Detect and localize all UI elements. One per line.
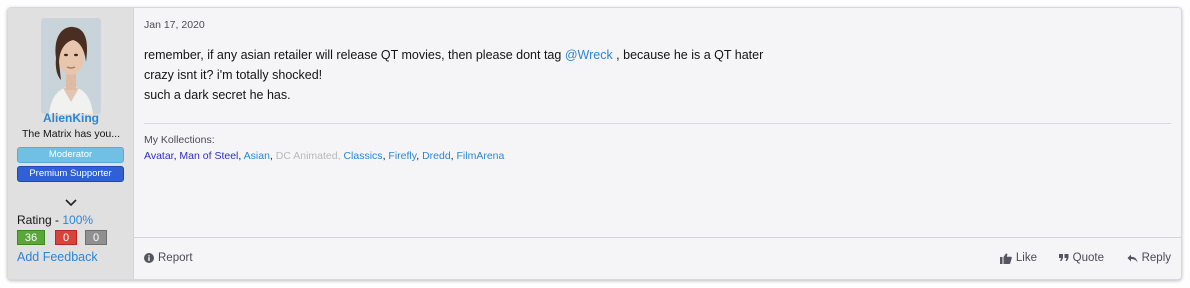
signature-link-firefly[interactable]: Firefly (388, 150, 416, 162)
post-main: Jan 17, 2020 remember, if any asian reta… (134, 8, 1181, 279)
footer-divider (134, 237, 1181, 238)
feedback-neutral-count[interactable]: 0 (85, 230, 107, 245)
thumbs-up-icon (999, 252, 1012, 264)
chevron-down-icon[interactable] (64, 195, 78, 207)
like-button[interactable]: Like (999, 252, 1037, 264)
reply-button[interactable]: Reply (1127, 252, 1171, 264)
signature-link-dc-animated[interactable]: DC Animated (276, 150, 338, 162)
user-mention-link[interactable]: @Wreck (565, 48, 613, 62)
reply-icon (1127, 254, 1138, 263)
post-footer: Report Like Quote Reply (144, 252, 1171, 268)
signature-link-dredd[interactable]: Dredd (422, 150, 451, 162)
post-text: , because he is a QT hater (612, 48, 764, 62)
quote-label: Quote (1072, 252, 1104, 264)
like-label: Like (1015, 252, 1037, 264)
feedback-negative-count[interactable]: 0 (55, 230, 77, 245)
signature-label: My Kollections: (144, 134, 215, 146)
user-info-panel: AlienKing The Matrix has you... Moderato… (8, 8, 134, 279)
report-label: Report (158, 252, 193, 264)
add-feedback-link[interactable]: Add Feedback (17, 250, 98, 264)
rating: Rating - 100% (17, 213, 93, 227)
post-line-3: such a dark secret he has. (144, 88, 291, 102)
quote-icon (1058, 254, 1069, 262)
signature-link-avatar[interactable]: Avatar (144, 150, 174, 162)
feedback-positive-count[interactable]: 36 (17, 230, 45, 245)
signature-links: Avatar, Man of Steel, Asian, DC Animated… (144, 150, 504, 162)
post-body: remember, if any asian retailer will rel… (144, 45, 763, 105)
post-line-2: crazy isnt it? i'm totally shocked! (144, 68, 323, 82)
moderator-banner: Moderator (17, 147, 124, 163)
post-container: AlienKing The Matrix has you... Moderato… (7, 7, 1182, 280)
rating-value: 100% (62, 213, 94, 227)
signature-link-classics[interactable]: Classics (343, 150, 382, 162)
signature-link-filmarena[interactable]: FilmArena (457, 150, 505, 162)
avatar[interactable] (41, 18, 101, 114)
reply-label: Reply (1141, 252, 1171, 264)
signature-divider (144, 123, 1171, 124)
username[interactable]: AlienKing (8, 111, 134, 125)
user-title: The Matrix has you... (21, 128, 121, 140)
premium-supporter-banner: Premium Supporter (17, 166, 124, 182)
signature-link-man-of-steel[interactable]: Man of Steel (179, 150, 238, 162)
signature-link-asian[interactable]: Asian (244, 150, 270, 162)
info-icon (144, 253, 154, 263)
post-text: remember, if any asian retailer will rel… (144, 48, 565, 62)
quote-button[interactable]: Quote (1058, 252, 1104, 264)
post-line-1: remember, if any asian retailer will rel… (144, 45, 763, 65)
rating-label: Rating - (17, 213, 63, 227)
post-date[interactable]: Jan 17, 2020 (144, 19, 205, 31)
report-button[interactable]: Report (144, 252, 193, 264)
